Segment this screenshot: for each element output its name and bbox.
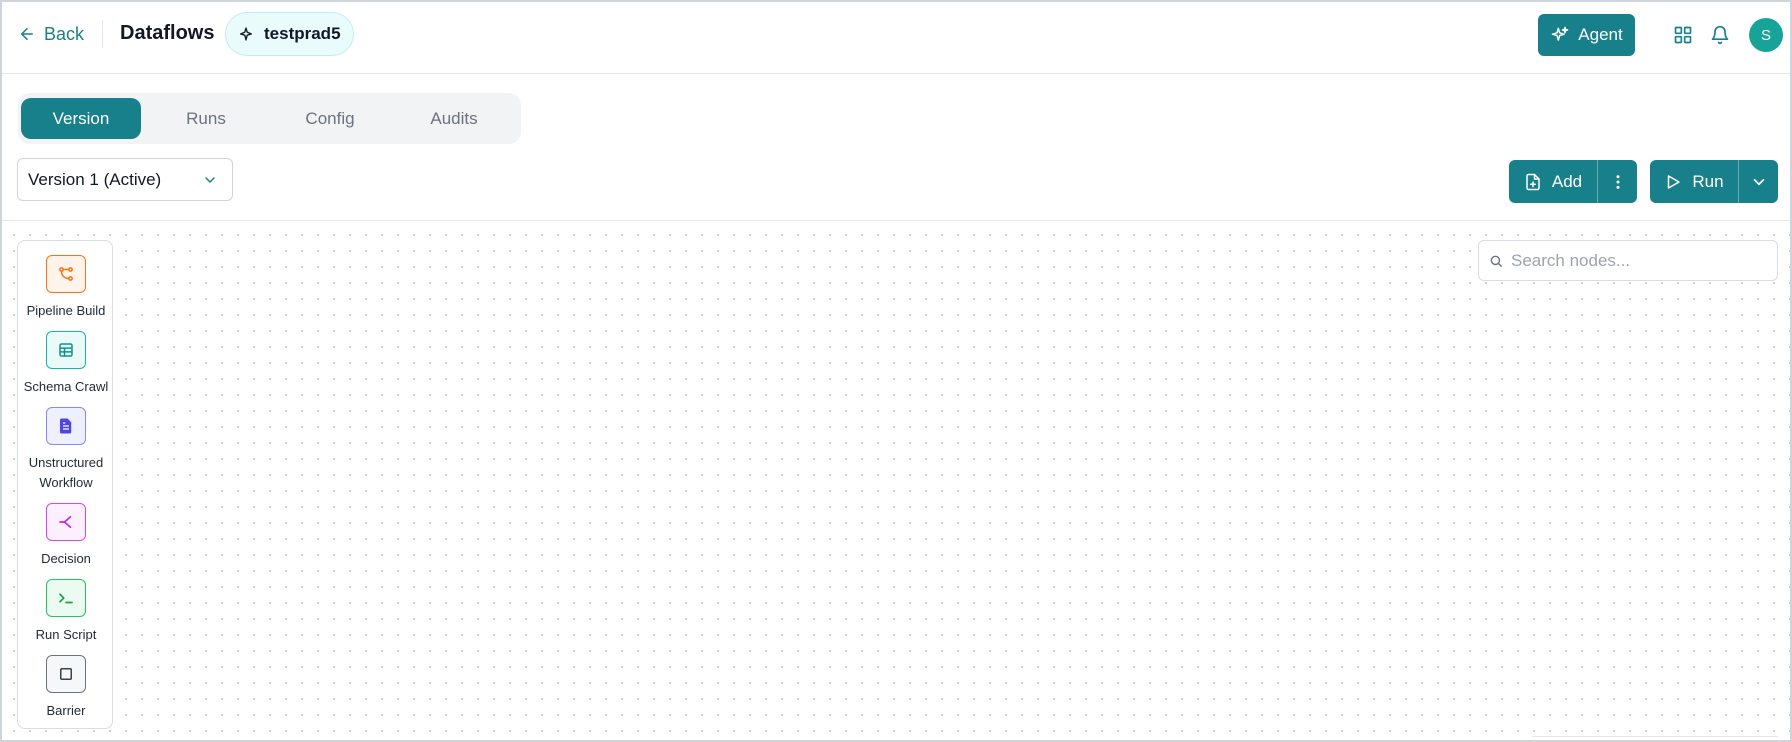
run-split-button: Run [1650, 160, 1778, 203]
node-palette: Pipeline Build Schema Crawl Unstructured… [17, 240, 113, 729]
palette-node-barrier[interactable]: Barrier [18, 655, 114, 721]
tab-config[interactable]: Config [270, 98, 390, 139]
palette-node-label: Decision [41, 551, 91, 566]
run-label: Run [1692, 171, 1724, 191]
file-plus-icon [1526, 173, 1540, 190]
more-vertical-icon [1616, 174, 1619, 189]
grid-icon [1674, 26, 1692, 44]
add-label: Add [1551, 171, 1583, 191]
version-selected-value: Version 1 (Active) [28, 169, 162, 189]
sparkle-icon [240, 27, 252, 41]
tab-version[interactable]: Version [21, 98, 141, 139]
apps-grid-button[interactable] [1672, 24, 1694, 46]
palette-node-unstructured-workflow[interactable]: Unstructured Workflow [18, 407, 114, 493]
back-label: Back [44, 23, 85, 44]
dataflow-name-chip[interactable]: testprad5 [225, 12, 354, 56]
palette-node-label: Barrier [46, 703, 86, 718]
sparkles-icon [1552, 26, 1569, 41]
node-search [1478, 240, 1778, 281]
page-title: Dataflows [120, 22, 215, 44]
palette-node-label: Run Script [35, 627, 97, 642]
arrow-left-icon [21, 28, 33, 40]
document-icon [46, 407, 86, 445]
top-header: Back Dataflows testprad5 Agent S [2, 2, 1790, 74]
tab-audits[interactable]: Audits [394, 98, 514, 139]
palette-node-pipeline-build[interactable]: Pipeline Build [18, 255, 114, 321]
palette-node-run-script[interactable]: Run Script [18, 579, 114, 645]
palette-node-label: Pipeline Build [26, 303, 106, 318]
add-split-button: Add [1509, 160, 1637, 203]
flow-canvas[interactable] [2, 221, 1790, 740]
run-options-button[interactable] [1739, 160, 1778, 203]
agent-label: Agent [1578, 25, 1623, 44]
chevron-down-icon [1753, 178, 1764, 185]
back-button[interactable]: Back [18, 22, 84, 46]
add-more-button[interactable] [1598, 160, 1637, 203]
search-nodes-input[interactable] [1511, 250, 1761, 271]
bell-icon [1711, 25, 1729, 45]
pipeline-icon [46, 255, 86, 293]
table-icon [46, 331, 86, 369]
dataflow-name: testprad5 [264, 24, 341, 43]
search-icon [1490, 255, 1502, 267]
tab-runs[interactable]: Runs [146, 98, 266, 139]
branch-icon [46, 503, 86, 541]
square-icon [46, 655, 86, 693]
add-button[interactable]: Add [1509, 160, 1597, 203]
app-window: Back Dataflows testprad5 Agent S Version… [0, 0, 1792, 742]
run-button[interactable]: Run [1650, 160, 1738, 203]
palette-node-decision[interactable]: Decision [18, 503, 114, 569]
agent-button[interactable]: Agent [1538, 14, 1635, 56]
tab-bar: Version Runs Config Audits [18, 93, 521, 144]
palette-node-label: Schema Crawl [23, 379, 109, 394]
chevron-down-icon [205, 177, 215, 183]
minimap-edge [1532, 736, 1778, 737]
palette-node-schema-crawl[interactable]: Schema Crawl [18, 331, 114, 397]
version-select[interactable]: Version 1 (Active) [17, 158, 233, 201]
avatar[interactable]: S [1749, 18, 1783, 52]
terminal-icon [46, 579, 86, 617]
header-divider [102, 20, 103, 48]
play-icon [1668, 174, 1681, 189]
palette-node-label: Unstructured Workflow [28, 455, 104, 490]
notifications-button[interactable] [1709, 24, 1731, 46]
